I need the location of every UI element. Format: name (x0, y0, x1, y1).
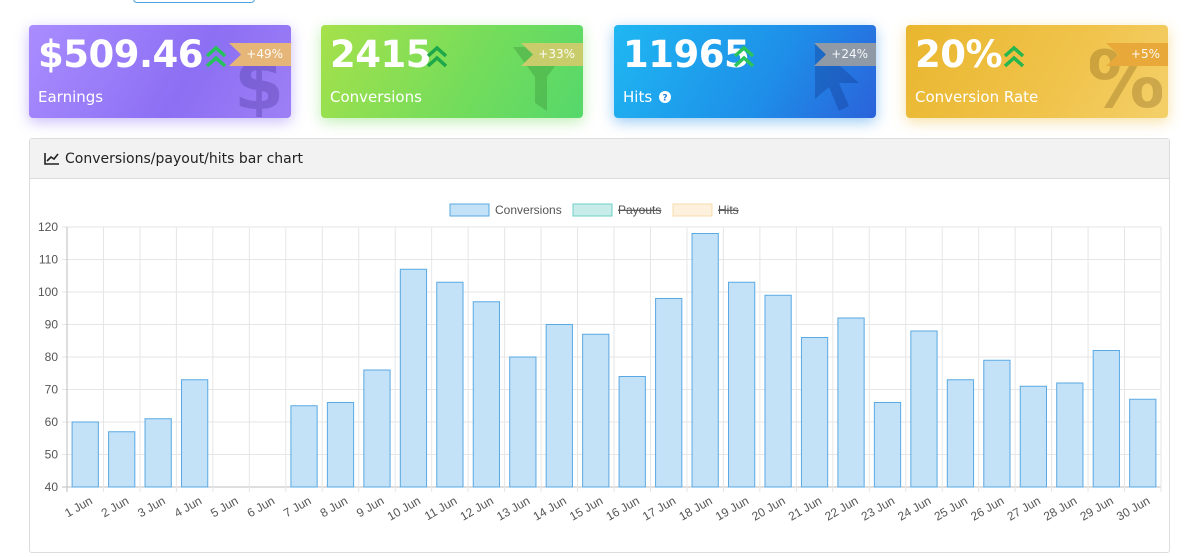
legend-label[interactable]: Payouts (618, 203, 661, 217)
x-tick-label: 1 Jun (62, 493, 94, 520)
hits-value: 11965 (623, 33, 750, 76)
hits-label-text: Hits (623, 88, 653, 106)
bar[interactable] (873, 402, 902, 488)
x-tick-label: 5 Jun (208, 493, 240, 520)
legend-swatch[interactable] (672, 203, 713, 217)
earnings-card: $ +49% $509.46 Earnings (29, 25, 291, 118)
hits-card: +24% 11965 Hits ? (614, 25, 876, 118)
x-tick-label: 24 Jun (895, 493, 933, 523)
chevron-up-icon (733, 45, 755, 68)
legend-label[interactable]: Hits (718, 203, 739, 217)
x-tick-label: 23 Jun (859, 493, 897, 523)
legend-swatch[interactable] (572, 203, 613, 217)
conversions-card: +33% 2415 Conversions (321, 25, 583, 118)
y-tick-label: 50 (45, 448, 59, 462)
x-tick-label: 13 Jun (494, 493, 532, 523)
y-tick-label: 120 (38, 220, 58, 234)
x-tick-label: 4 Jun (172, 493, 204, 520)
bar[interactable] (399, 268, 428, 488)
bar[interactable] (983, 359, 1011, 488)
x-tick-label: 12 Jun (458, 493, 496, 523)
bar[interactable] (1056, 382, 1084, 488)
earnings-value: $509.46 (38, 33, 204, 76)
line-chart-icon (44, 153, 59, 165)
panel-header: Conversions/payout/hits bar chart (30, 139, 1169, 179)
bar[interactable] (728, 281, 756, 488)
x-tick-label: 18 Jun (676, 493, 714, 523)
y-tick-label: 90 (45, 318, 59, 332)
x-tick-label: 15 Jun (567, 493, 605, 523)
chevron-up-icon (426, 45, 448, 68)
x-tick-label: 21 Jun (786, 493, 824, 523)
x-tick-label: 28 Jun (1041, 493, 1079, 523)
conversions-label: Conversions (330, 88, 422, 106)
bar[interactable] (582, 333, 610, 488)
x-tick-label: 19 Jun (713, 493, 751, 523)
bar[interactable] (800, 337, 829, 488)
bar[interactable] (655, 298, 683, 488)
y-tick-label: 110 (39, 253, 58, 267)
x-tick-label: 17 Jun (640, 493, 678, 523)
bar[interactable] (290, 405, 318, 488)
bar[interactable] (144, 418, 172, 488)
hits-label: Hits ? (623, 88, 671, 106)
earnings-label: Earnings (38, 88, 104, 106)
bar[interactable] (181, 379, 209, 488)
x-tick-label: 6 Jun (245, 493, 277, 520)
bar[interactable] (1129, 398, 1157, 488)
bar[interactable] (363, 369, 391, 488)
chevron-up-icon (205, 45, 227, 68)
x-tick-label: 20 Jun (749, 493, 787, 523)
x-tick-label: 8 Jun (318, 493, 350, 520)
conversion-rate-value: 20% (915, 33, 1003, 76)
conversions-value: 2415 (330, 33, 431, 76)
x-tick-label: 27 Jun (1005, 493, 1043, 523)
bar[interactable] (436, 281, 464, 488)
x-tick-label: 10 Jun (385, 493, 423, 523)
svg-text:?: ? (662, 94, 667, 104)
bar[interactable] (764, 294, 792, 488)
x-tick-label: 30 Jun (1114, 493, 1152, 523)
legend-label[interactable]: Conversions (495, 203, 562, 217)
bar[interactable] (509, 356, 537, 488)
bar[interactable] (1019, 385, 1047, 488)
legend-swatch[interactable] (449, 203, 490, 217)
x-tick-label: 2 Jun (99, 493, 131, 520)
chevron-up-icon (1003, 45, 1025, 68)
x-tick-label: 26 Jun (968, 493, 1006, 523)
top-control[interactable] (133, 0, 255, 3)
x-tick-label: 3 Jun (135, 493, 167, 520)
bar[interactable] (472, 301, 500, 488)
y-tick-label: 80 (45, 350, 59, 364)
x-tick-label: 16 Jun (604, 493, 642, 523)
y-tick-label: 70 (45, 383, 59, 397)
x-tick-label: 9 Jun (354, 493, 386, 520)
conversion-rate-card: % +5% 20% Conversion Rate (906, 25, 1168, 118)
x-tick-label: 14 Jun (531, 493, 569, 523)
conversion-rate-label: Conversion Rate (915, 88, 1039, 106)
x-tick-label: 22 Jun (822, 493, 860, 523)
bar[interactable] (618, 376, 646, 488)
y-tick-label: 60 (45, 415, 59, 429)
bar[interactable] (545, 324, 573, 488)
bar-chart: Conversions Payouts Hits 40 50 60 70 80 90 100 110… (38, 203, 1162, 524)
x-tick-label: 25 Jun (932, 493, 970, 523)
bar[interactable] (691, 233, 719, 488)
bar[interactable] (326, 402, 355, 488)
bar[interactable] (910, 330, 938, 488)
bar[interactable] (71, 421, 99, 488)
x-tick-label: 11 Jun (422, 493, 459, 523)
chart-panel: Conversions/payout/hits bar chart Conver… (29, 138, 1170, 553)
y-tick-label: 40 (45, 480, 59, 494)
y-tick-label: 100 (38, 285, 58, 299)
x-tick-label: 29 Jun (1078, 493, 1116, 523)
x-tick-label: 7 Jun (281, 493, 313, 520)
bar[interactable] (946, 379, 975, 488)
panel-title: Conversions/payout/hits bar chart (65, 150, 303, 167)
bar[interactable] (108, 431, 136, 488)
bar[interactable] (837, 317, 865, 488)
bar[interactable] (1092, 350, 1120, 488)
question-circle-icon[interactable]: ? (658, 91, 671, 104)
